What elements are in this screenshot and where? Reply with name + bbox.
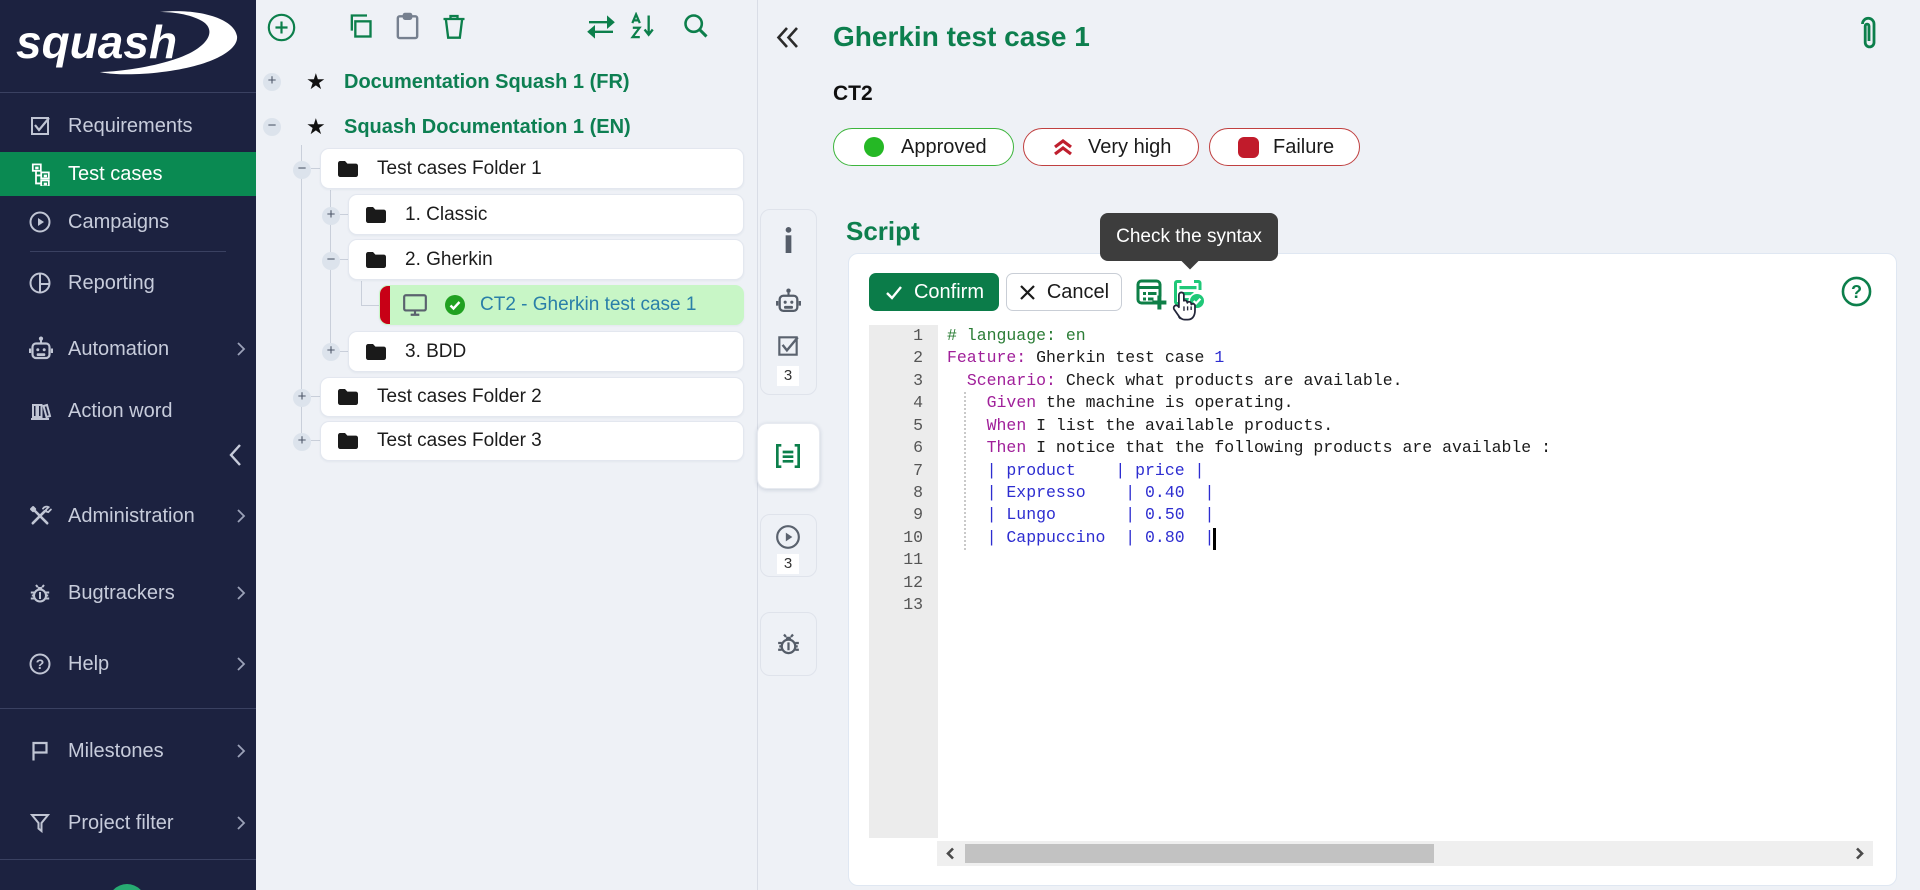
svg-text:?: ? (36, 656, 45, 672)
svg-text:?: ? (1851, 282, 1862, 302)
svg-text:squash: squash (16, 16, 177, 68)
